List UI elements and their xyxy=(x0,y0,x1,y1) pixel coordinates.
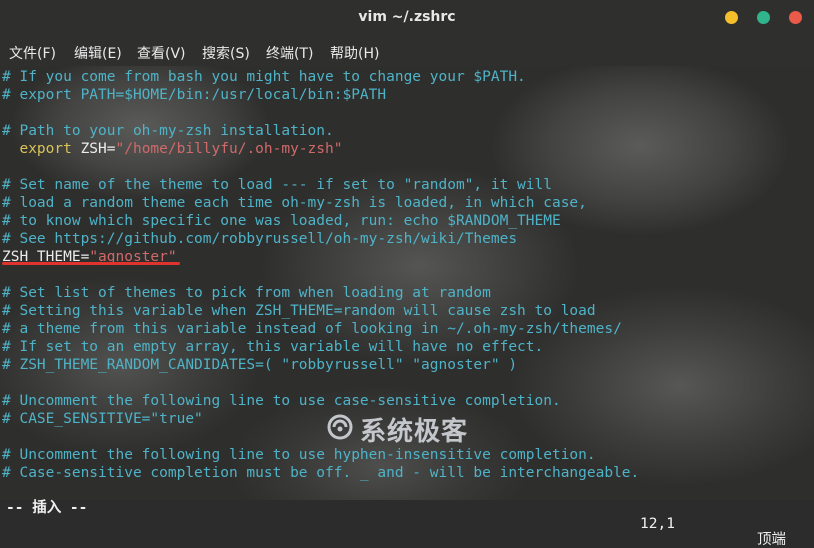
keyword-export: export xyxy=(2,141,72,157)
menu-help[interactable]: 帮助(H) xyxy=(330,43,379,63)
window-titlebar: vim ~/.zshrc xyxy=(0,0,814,36)
menu-edit[interactable]: 编辑(E) xyxy=(74,43,122,63)
menu-search[interactable]: 搜索(S) xyxy=(202,43,250,63)
menu-terminal[interactable]: 终端(T) xyxy=(266,43,313,63)
vim-status-line: -- 插入 -- 12,1 顶端 xyxy=(0,484,814,548)
code-line: # If set to an empty array, this variabl… xyxy=(2,339,544,355)
vim-mode: -- 插入 -- xyxy=(6,500,88,516)
code-line: # Setting this variable when ZSH_THEME=r… xyxy=(2,303,596,319)
minimize-button[interactable] xyxy=(725,11,738,24)
code-line: # Case-sensitive completion must be off.… xyxy=(2,465,640,481)
menu-bar: 文件(F) 编辑(E) 查看(V) 搜索(S) 终端(T) 帮助(H) xyxy=(0,36,814,66)
code-line: # a theme from this variable instead of … xyxy=(2,321,622,337)
code-line: # CASE_SENSITIVE="true" xyxy=(2,411,203,427)
close-button[interactable] xyxy=(789,11,802,24)
menu-file[interactable]: 文件(F) xyxy=(9,43,56,63)
scroll-position: 顶端 xyxy=(757,532,786,548)
maximize-button[interactable] xyxy=(757,11,770,24)
code-line: # Set name of the theme to load --- if s… xyxy=(2,177,552,193)
watermark-logo-icon xyxy=(327,414,353,440)
watermark-text: 系统极客 xyxy=(360,417,469,447)
code-line-export-zsh: export ZSH="/home/billyfu/.oh-my-zsh" xyxy=(2,140,342,158)
code-line: # If you come from bash you might have t… xyxy=(2,69,526,85)
code-line: # Set list of themes to pick from when l… xyxy=(2,285,491,301)
code-line: # Path to your oh-my-zsh installation. xyxy=(2,123,334,139)
string-zsh-path: "/home/billyfu/.oh-my-zsh" xyxy=(115,141,343,157)
code-line: # Uncomment the following line to use hy… xyxy=(2,447,596,463)
window-title: vim ~/.zshrc xyxy=(358,9,456,25)
menu-view[interactable]: 查看(V) xyxy=(137,43,186,63)
highlight-underline xyxy=(2,262,180,265)
code-line: # export PATH=$HOME/bin:/usr/local/bin:$… xyxy=(2,87,387,103)
code-line: # See https://github.com/robbyrussell/oh… xyxy=(2,231,518,247)
code-line: # load a random theme each time oh-my-zs… xyxy=(2,195,587,211)
code-line: # Uncomment the following line to use ca… xyxy=(2,393,561,409)
code-line: # to know which specific one was loaded,… xyxy=(2,213,561,229)
cursor-position: 12,1 xyxy=(640,516,675,532)
variable-zsh: ZSH= xyxy=(71,141,116,157)
code-line: # ZSH_THEME_RANDOM_CANDIDATES=( "robbyru… xyxy=(2,357,518,373)
